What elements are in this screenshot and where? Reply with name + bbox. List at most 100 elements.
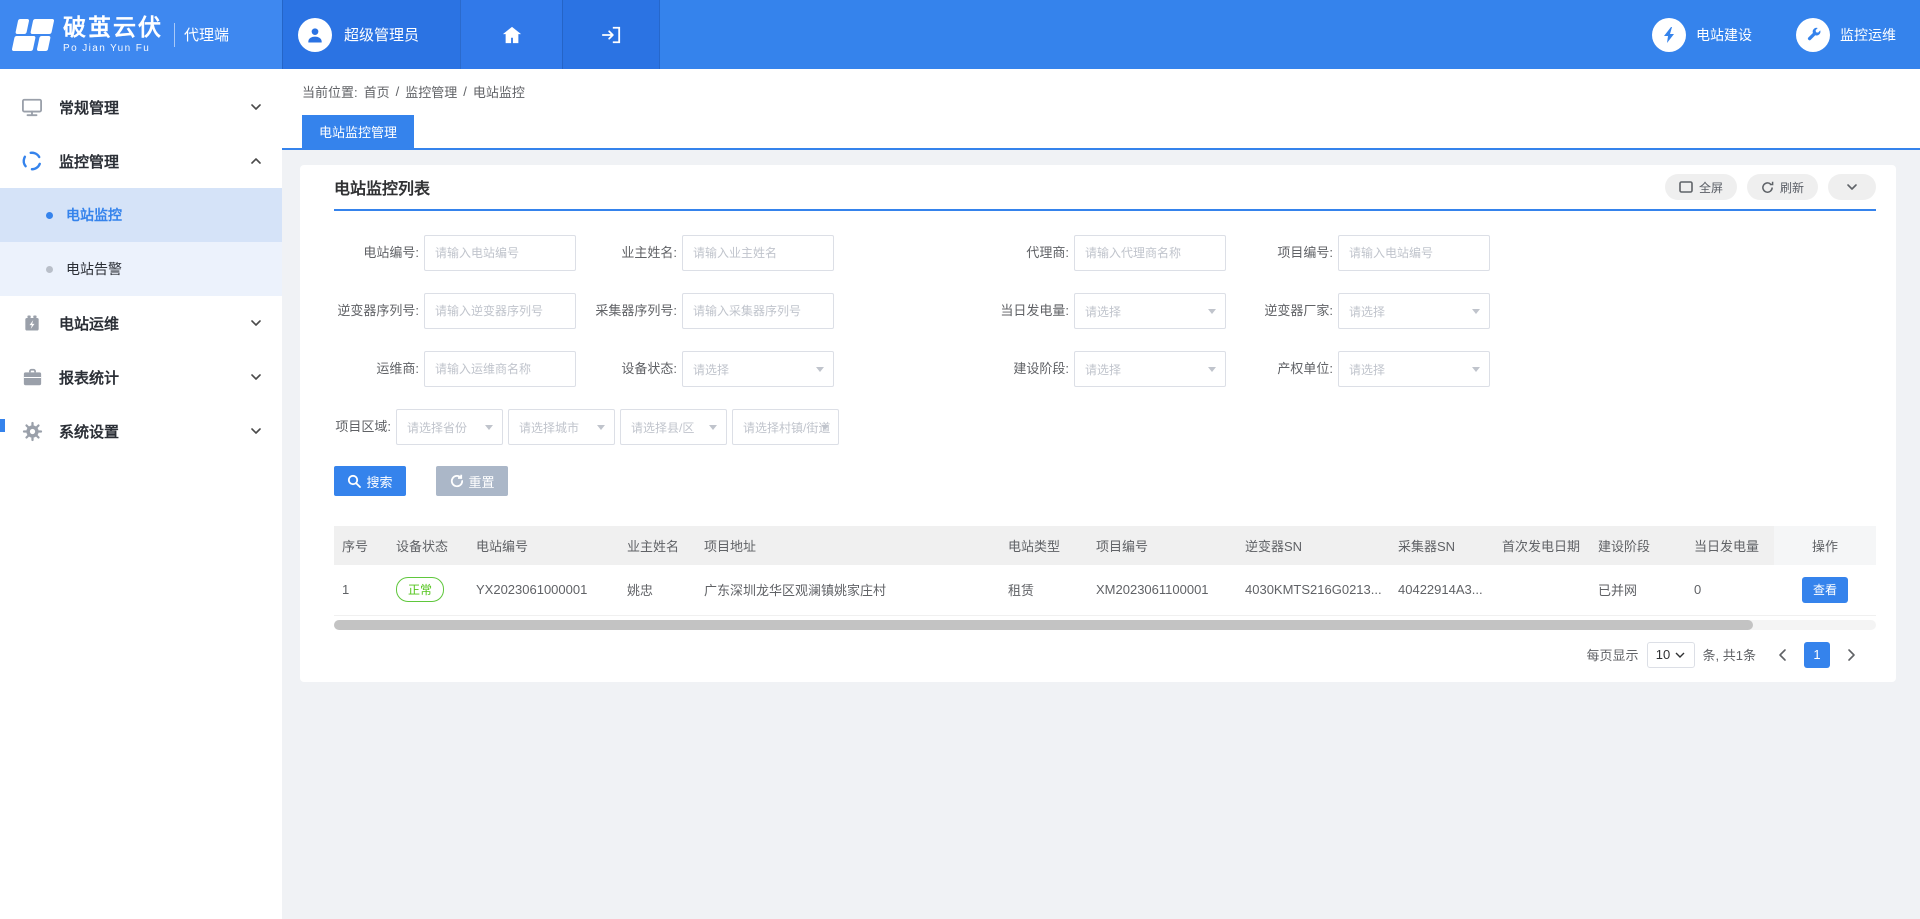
chevron-down-icon bbox=[250, 425, 262, 437]
daily-power-select[interactable]: 请选择 bbox=[1074, 293, 1226, 329]
cell-project-no: XM2023061100001 bbox=[1088, 565, 1237, 615]
col-build-stage: 建设阶段 bbox=[1590, 526, 1686, 565]
wrench-icon bbox=[1796, 18, 1830, 52]
brand-name: 破茧云伏 bbox=[63, 15, 163, 39]
inverter-vendor-select[interactable]: 请选择 bbox=[1338, 293, 1490, 329]
page-number-current[interactable]: 1 bbox=[1804, 642, 1830, 668]
chevron-left-icon bbox=[1777, 648, 1789, 662]
inverter-sn-input[interactable] bbox=[424, 293, 576, 329]
region-county-select[interactable]: 请选择县/区 bbox=[620, 409, 727, 445]
chevron-up-icon bbox=[250, 155, 262, 167]
sidebar-subitem-label: 电站监控 bbox=[66, 205, 122, 225]
scrollbar-thumb[interactable] bbox=[334, 620, 1753, 630]
brand-divider bbox=[174, 23, 175, 47]
reset-button[interactable]: 重置 bbox=[436, 466, 508, 496]
collector-sn-input[interactable] bbox=[682, 293, 834, 329]
col-inverter-sn: 逆变器SN bbox=[1237, 526, 1390, 565]
region-town-select[interactable]: 请选择村镇/街道 bbox=[732, 409, 839, 445]
cell-address: 广东深圳龙华区观澜镇姚家庄村 bbox=[696, 565, 1000, 615]
sidebar-scroll-indicator bbox=[0, 419, 5, 432]
chevron-down-icon bbox=[1846, 181, 1858, 193]
agent-input[interactable] bbox=[1074, 235, 1226, 271]
cell-station-no: YX2023061000001 bbox=[468, 565, 619, 615]
user-avatar-icon bbox=[298, 18, 332, 52]
refresh-button[interactable]: 刷新 bbox=[1747, 174, 1818, 200]
search-icon bbox=[347, 474, 361, 488]
panel-title: 电站监控列表 bbox=[334, 175, 430, 199]
region-province-select[interactable]: 请选择省份 bbox=[396, 409, 503, 445]
cell-build-stage: 已并网 bbox=[1590, 565, 1686, 615]
caret-down-icon bbox=[1208, 309, 1216, 314]
device-status-select[interactable]: 请选择 bbox=[682, 351, 834, 387]
chevron-down-icon bbox=[250, 317, 262, 329]
sidebar-item-monitoring[interactable]: 监控管理 bbox=[0, 134, 282, 188]
cell-station-type: 租赁 bbox=[1000, 565, 1088, 615]
prev-page-button[interactable] bbox=[1772, 642, 1794, 668]
table-row: 1 正常 YX2023061000001 姚忠 广东深圳龙华区观澜镇姚家庄村 租… bbox=[334, 565, 1876, 615]
cell-collector-sn: 40422914A3... bbox=[1390, 565, 1494, 615]
om-provider-input[interactable] bbox=[424, 351, 576, 387]
breadcrumb-item-home[interactable]: 首页 bbox=[364, 82, 390, 101]
caret-down-icon bbox=[821, 425, 829, 430]
cell-owner: 姚忠 bbox=[619, 565, 696, 615]
brand-logo-icon bbox=[10, 16, 58, 54]
filter-form: 电站编号: 业主姓名: 代理商: 项目编号: 逆变器序列号 bbox=[334, 211, 1876, 445]
nav-station-build[interactable]: 电站建设 bbox=[1652, 18, 1752, 52]
property-unit-select[interactable]: 请选择 bbox=[1338, 351, 1490, 387]
sidebar-item-station-ops[interactable]: 电站运维 bbox=[0, 296, 282, 350]
cell-inverter-sn: 4030KMTS216G0213... bbox=[1237, 565, 1390, 615]
per-page-label: 每页显示 bbox=[1587, 645, 1639, 664]
cell-daily-power: 0 bbox=[1686, 565, 1774, 615]
sidebar-item-label: 常规管理 bbox=[59, 97, 119, 118]
home-button[interactable] bbox=[460, 0, 562, 69]
pagination: 每页显示 10 条, 共1条 1 bbox=[334, 642, 1876, 668]
chevron-right-icon bbox=[1845, 648, 1857, 662]
home-icon bbox=[501, 25, 523, 45]
nav-monitor-ops[interactable]: 监控运维 bbox=[1796, 18, 1896, 52]
caret-down-icon bbox=[597, 425, 605, 430]
per-page-select[interactable]: 10 bbox=[1647, 642, 1695, 668]
collapse-button[interactable] bbox=[1828, 174, 1876, 200]
project-no-input[interactable] bbox=[1338, 235, 1490, 271]
cell-device-status: 正常 bbox=[388, 565, 468, 615]
station-table: 序号 设备状态 电站编号 业主姓名 项目地址 电站类型 项目编号 逆变器SN 采… bbox=[334, 526, 1876, 630]
col-station-type: 电站类型 bbox=[1000, 526, 1088, 565]
next-page-button[interactable] bbox=[1840, 642, 1862, 668]
fullscreen-button[interactable]: 全屏 bbox=[1665, 174, 1737, 200]
col-owner: 业主姓名 bbox=[619, 526, 696, 565]
logout-button[interactable] bbox=[562, 0, 660, 69]
user-menu[interactable]: 超级管理员 bbox=[282, 0, 460, 69]
col-device-status: 设备状态 bbox=[388, 526, 468, 565]
build-stage-select[interactable]: 请选择 bbox=[1074, 351, 1226, 387]
brand-portal-label: 代理端 bbox=[184, 24, 229, 45]
sidebar-subitem-station-monitor[interactable]: 电站监控 bbox=[0, 188, 282, 242]
view-button[interactable]: 查看 bbox=[1802, 577, 1848, 603]
region-city-select[interactable]: 请选择城市 bbox=[508, 409, 615, 445]
breadcrumb-prefix: 当前位置: bbox=[302, 82, 358, 101]
breadcrumb-separator: / bbox=[396, 84, 400, 99]
breadcrumb-item-monitoring[interactable]: 监控管理 bbox=[405, 82, 457, 101]
total-count-label: 条, 共1条 bbox=[1703, 645, 1756, 664]
brand-romanized: Po Jian Yun Fu bbox=[63, 43, 163, 54]
col-station-no: 电站编号 bbox=[468, 526, 619, 565]
search-button[interactable]: 搜索 bbox=[334, 466, 406, 496]
caret-down-icon bbox=[1675, 652, 1685, 658]
station-no-input[interactable] bbox=[424, 235, 576, 271]
chevron-down-icon bbox=[250, 371, 262, 383]
tab-station-monitor-management[interactable]: 电站监控管理 bbox=[302, 115, 414, 148]
sidebar-item-settings[interactable]: 系统设置 bbox=[0, 404, 282, 458]
sidebar-item-label: 监控管理 bbox=[59, 151, 119, 172]
horizontal-scrollbar[interactable] bbox=[334, 620, 1876, 630]
sidebar-item-general[interactable]: 常规管理 bbox=[0, 80, 282, 134]
owner-name-input[interactable] bbox=[682, 235, 834, 271]
filter-daily-power: 当日发电量: 请选择 bbox=[986, 293, 1226, 329]
caret-down-icon bbox=[1472, 309, 1480, 314]
breadcrumb: 当前位置: 首页 / 监控管理 / 电站监控 bbox=[302, 83, 1920, 99]
gear-icon bbox=[20, 421, 44, 442]
main-content: 当前位置: 首页 / 监控管理 / 电站监控 电站监控管理 电站监控列表 全屏 … bbox=[282, 69, 1920, 919]
caret-down-icon bbox=[1208, 367, 1216, 372]
sidebar-subitem-label: 电站告警 bbox=[66, 259, 122, 279]
sidebar-subitem-station-alarm[interactable]: 电站告警 bbox=[0, 242, 282, 296]
sidebar-item-reports[interactable]: 报表统计 bbox=[0, 350, 282, 404]
col-project-no: 项目编号 bbox=[1088, 526, 1237, 565]
